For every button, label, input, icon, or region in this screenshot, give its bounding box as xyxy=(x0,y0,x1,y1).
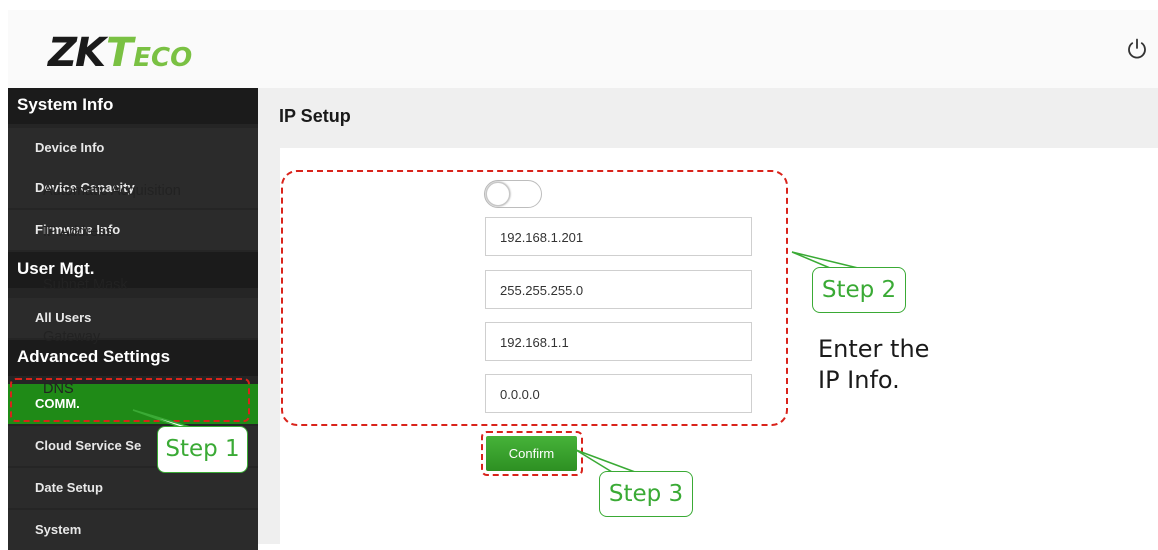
step2-callout: Step 2 xyxy=(812,267,906,313)
step3-pointer xyxy=(575,449,636,473)
step1-callout: Step 1 xyxy=(157,426,248,473)
step1-pointer xyxy=(132,409,191,428)
instruction-note: Enter the IP Info. xyxy=(818,334,929,396)
step2-pointer xyxy=(791,251,859,269)
step3-callout: Step 3 xyxy=(599,471,693,517)
instruction-line-2: IP Info. xyxy=(818,366,900,394)
instruction-line-1: Enter the xyxy=(818,335,930,363)
